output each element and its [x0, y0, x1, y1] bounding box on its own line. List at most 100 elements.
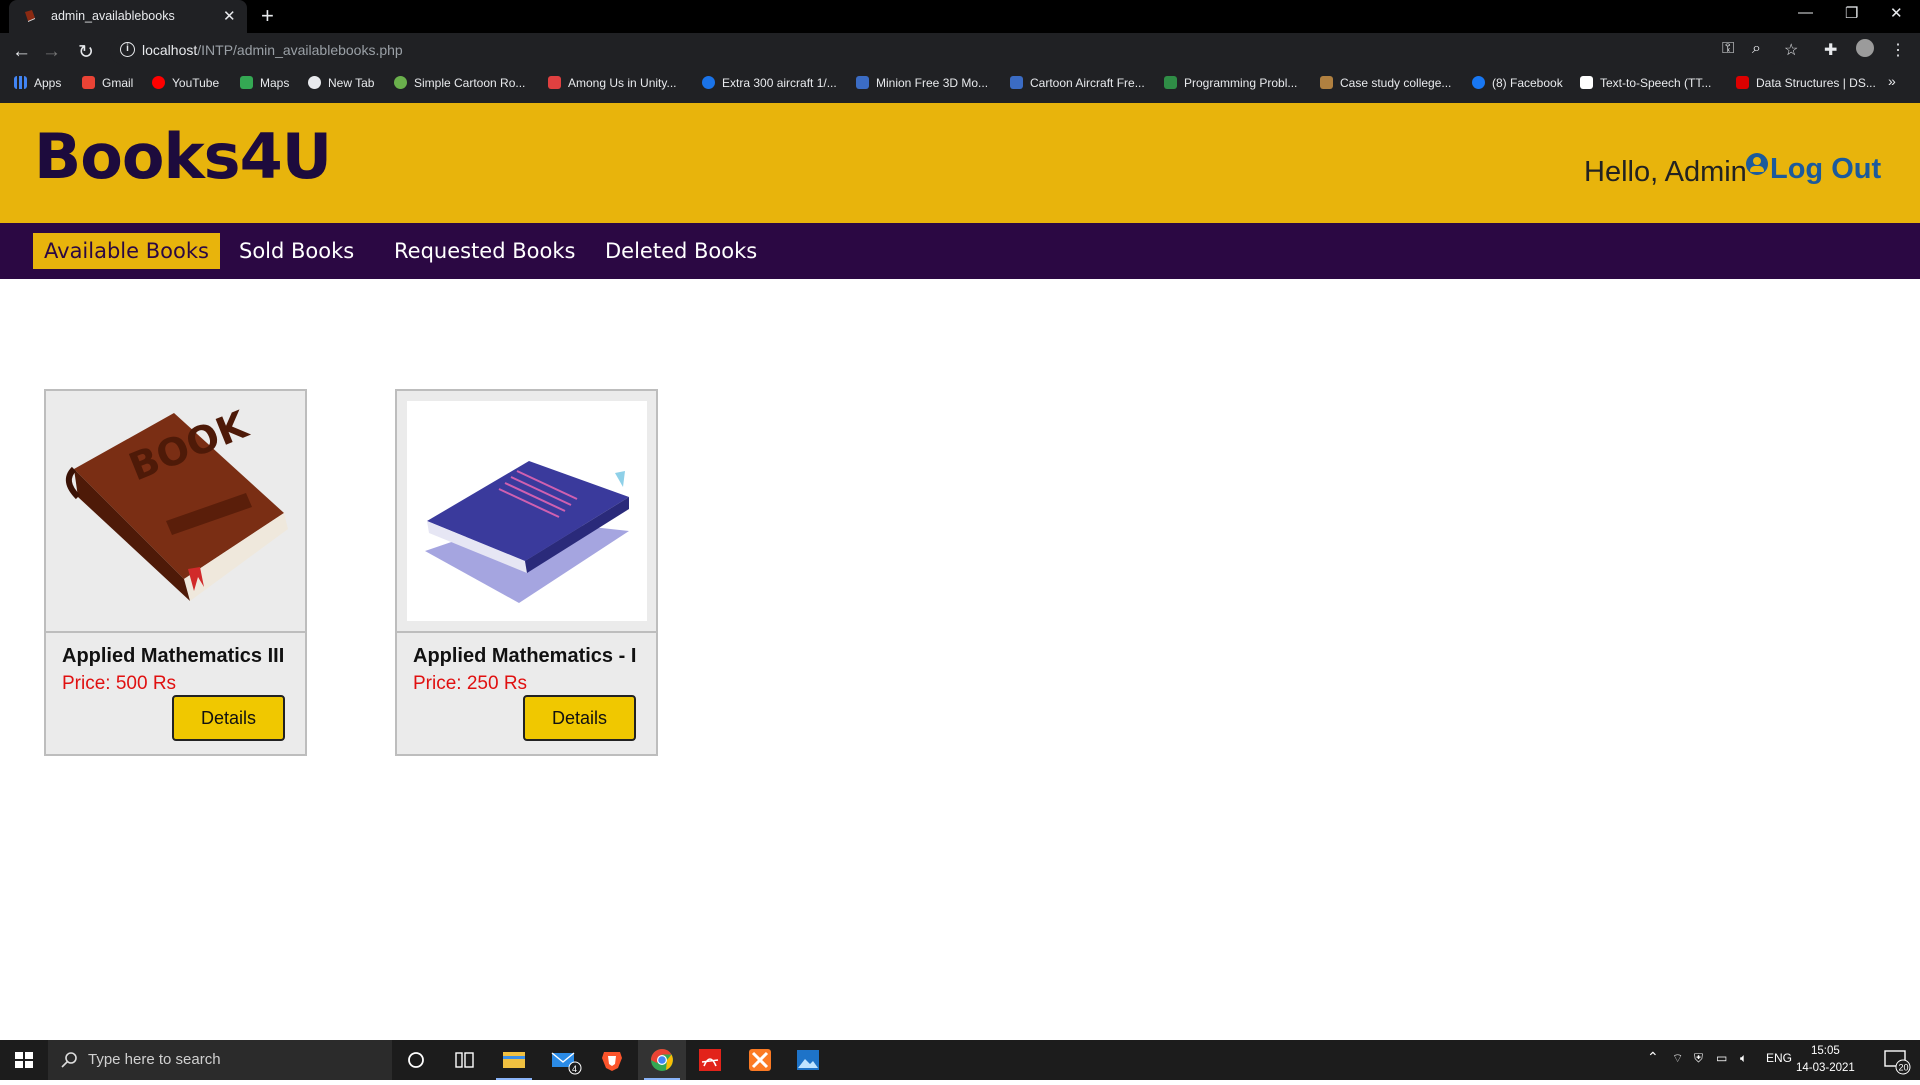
- nav-requested-books[interactable]: Requested Books: [383, 233, 586, 269]
- site-icon: [394, 76, 407, 89]
- bookmark-cartoon-aircraft[interactable]: Cartoon Aircraft Fre...: [1010, 76, 1145, 90]
- bookmark-new-tab[interactable]: New Tab: [308, 76, 374, 90]
- nav-menu: Available Books Sold Books Requested Boo…: [0, 223, 1920, 279]
- card-divider: [46, 631, 305, 633]
- bookmark-data-structures[interactable]: Data Structures | DS...: [1736, 76, 1876, 90]
- greeting: Hello, Admin: [1584, 156, 1747, 188]
- bookmark-among-us[interactable]: Among Us in Unity...: [548, 76, 676, 90]
- cortana-icon[interactable]: [392, 1040, 440, 1080]
- globe-icon: [308, 76, 321, 89]
- close-window-icon[interactable]: ✕: [1890, 4, 1903, 22]
- bookmark-star-icon[interactable]: ☆: [1784, 40, 1798, 60]
- bookmark-programming[interactable]: Programming Probl...: [1164, 76, 1297, 90]
- site-icon: [1320, 76, 1333, 89]
- bookmark-gmail[interactable]: Gmail: [82, 76, 133, 90]
- menu-kebab-icon[interactable]: ⋮: [1890, 40, 1906, 60]
- windows-taskbar: Type here to search 4 ⌃ ⌔ ⛨ ▭ 🔈︎ ENG 15:…: [0, 1040, 1920, 1080]
- nav-deleted-books[interactable]: Deleted Books: [594, 233, 768, 269]
- bookmark-minion[interactable]: Minion Free 3D Mo...: [856, 76, 988, 90]
- restore-icon[interactable]: ❐: [1845, 4, 1858, 22]
- security-icon[interactable]: ⛨: [1694, 1051, 1703, 1066]
- 3d-icon: [1010, 76, 1023, 89]
- volume-icon[interactable]: 🔈︎: [1740, 1051, 1747, 1066]
- maps-icon: [240, 76, 253, 89]
- close-tab-icon[interactable]: ✕: [223, 7, 236, 25]
- chrome-icon[interactable]: [638, 1040, 686, 1080]
- notification-count: 20: [1899, 1063, 1909, 1073]
- xampp-icon[interactable]: [736, 1040, 784, 1080]
- acrobat-icon[interactable]: [686, 1040, 734, 1080]
- book-price: Price: 250 Rs: [413, 673, 528, 694]
- brown-book-icon: BOOK: [65, 402, 288, 601]
- search-icon: [61, 1052, 77, 1068]
- address-bar[interactable]: i localhost/INTP/admin_availablebooks.ph…: [110, 37, 1786, 65]
- taskbar-clock[interactable]: 15:05 14-03-2021: [1796, 1043, 1855, 1077]
- bookmark-facebook[interactable]: (8) Facebook: [1472, 76, 1563, 90]
- site-icon: [548, 76, 561, 89]
- book-title: Applied Mathematics - I: [413, 645, 637, 667]
- bookmark-case-study[interactable]: Case study college...: [1320, 76, 1451, 90]
- book-favicon-icon: [25, 10, 35, 22]
- task-view-icon[interactable]: [440, 1040, 488, 1080]
- bookmark-tts[interactable]: Text-to-Speech (TT...: [1580, 76, 1711, 90]
- book-card: BOOK Applied Mathematics III Price: 500 …: [44, 389, 307, 756]
- youtube-icon: [152, 76, 165, 89]
- gmail-icon: [82, 76, 95, 89]
- windows-logo-icon: [15, 1052, 33, 1068]
- user-circle-icon: [1746, 153, 1768, 175]
- details-button[interactable]: Details: [523, 695, 636, 741]
- facebook-icon: [1472, 76, 1485, 89]
- reload-icon[interactable]: ↻: [78, 41, 94, 64]
- browser-tab-strip: admin_availablebooks ✕ + — ❐ ✕: [0, 0, 1920, 33]
- start-button[interactable]: [0, 1040, 48, 1080]
- network-icon[interactable]: ⌔: [1672, 1051, 1683, 1066]
- forward-icon[interactable]: →: [42, 41, 61, 63]
- notification-center-icon[interactable]: 20: [1872, 1040, 1920, 1080]
- zoom-icon[interactable]: ⌕: [1752, 40, 1761, 58]
- url-path: /INTP/admin_availablebooks.php: [197, 42, 403, 58]
- book-title: Applied Mathematics III: [62, 645, 285, 667]
- site-header: Books4U Hello, Admin Log Out: [0, 103, 1920, 223]
- mail-badge: 4: [572, 1064, 577, 1074]
- language-indicator[interactable]: ENG: [1766, 1051, 1792, 1065]
- site-info-icon[interactable]: i: [120, 42, 135, 57]
- logout-link[interactable]: Log Out: [1746, 153, 1881, 186]
- nav-sold-books[interactable]: Sold Books: [228, 233, 365, 269]
- new-tab-icon[interactable]: +: [261, 3, 274, 29]
- battery-icon[interactable]: ▭: [1716, 1051, 1727, 1065]
- bookmark-apps[interactable]: Apps: [14, 76, 61, 90]
- site-icon: [1580, 76, 1593, 89]
- book-image: [407, 401, 647, 621]
- minimize-icon[interactable]: —: [1798, 4, 1813, 21]
- browser-toolbar: ← → ↻ i localhost/INTP/admin_availablebo…: [0, 33, 1920, 103]
- site-icon: [702, 76, 715, 89]
- gfg-icon: [1164, 76, 1177, 89]
- back-icon[interactable]: ←: [12, 41, 31, 63]
- details-button[interactable]: Details: [172, 695, 285, 741]
- tab-title: admin_availablebooks: [51, 9, 175, 23]
- bookmark-maps[interactable]: Maps: [240, 76, 289, 90]
- photos-icon[interactable]: [784, 1040, 832, 1080]
- brave-icon[interactable]: [588, 1040, 636, 1080]
- bookmark-simple-cartoon[interactable]: Simple Cartoon Ro...: [394, 76, 525, 90]
- mail-icon[interactable]: 4: [540, 1040, 588, 1080]
- search-placeholder: Type here to search: [88, 1051, 221, 1068]
- book-card: Applied Mathematics - I Price: 250 Rs De…: [395, 389, 658, 756]
- extensions-icon[interactable]: ✚: [1824, 40, 1837, 60]
- site-logo[interactable]: Books4U: [34, 120, 332, 193]
- bookmark-extra-300[interactable]: Extra 300 aircraft 1/...: [702, 76, 837, 90]
- browser-tab[interactable]: admin_availablebooks ✕: [9, 0, 247, 33]
- nav-available-books[interactable]: Available Books: [33, 233, 220, 269]
- more-bookmarks-icon[interactable]: »: [1888, 73, 1896, 89]
- site-icon: [1736, 76, 1749, 89]
- url-host: localhost: [142, 42, 198, 58]
- profile-avatar-icon[interactable]: [1856, 39, 1874, 57]
- bookmark-youtube[interactable]: YouTube: [152, 76, 219, 90]
- 3d-icon: [856, 76, 869, 89]
- show-hidden-icons[interactable]: ⌃: [1647, 1049, 1659, 1066]
- taskbar-search[interactable]: Type here to search: [48, 1040, 392, 1080]
- book-price: Price: 500 Rs: [62, 673, 177, 694]
- file-explorer-icon[interactable]: [490, 1040, 538, 1080]
- key-icon[interactable]: ⚿: [1722, 40, 1734, 58]
- card-divider: [397, 631, 656, 633]
